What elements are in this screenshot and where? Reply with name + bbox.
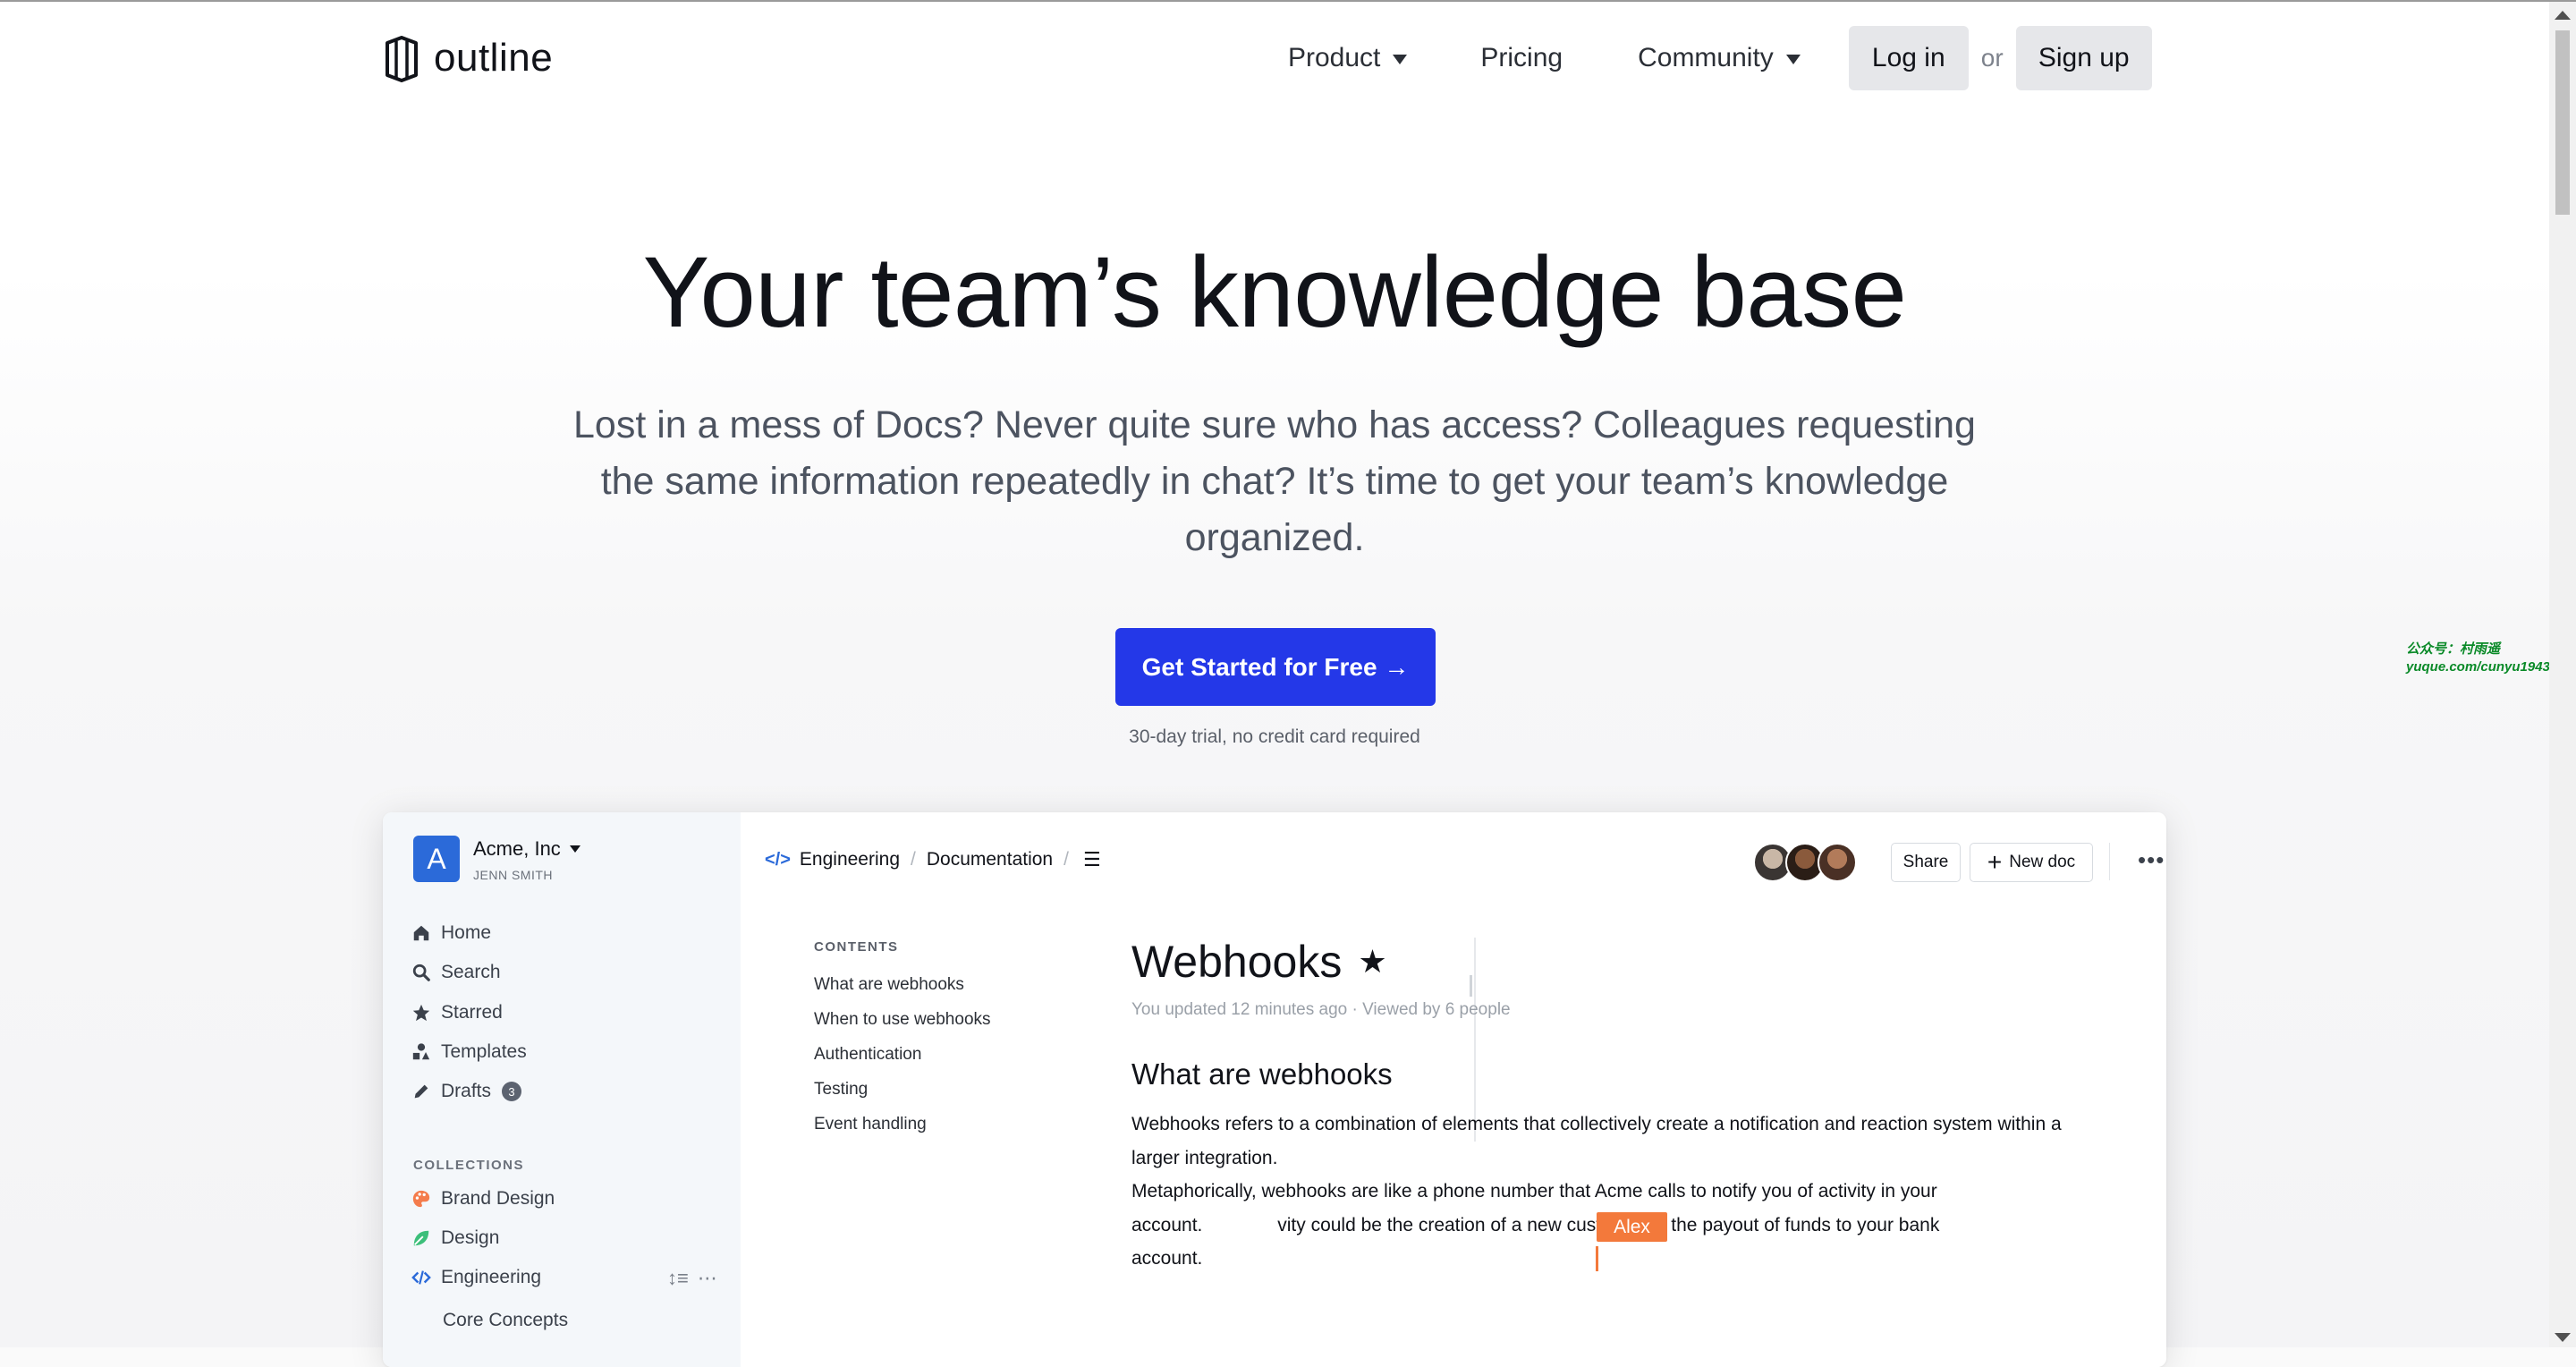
collaborator-cursor-label: Alex — [1597, 1212, 1667, 1242]
app-preview: A Acme, Inc JENN SMITH Home Search Starr… — [383, 812, 2166, 1367]
toc-item[interactable]: Testing — [814, 1080, 868, 1100]
toc-item[interactable]: Event handling — [814, 1115, 927, 1134]
breadcrumb-separator: / — [1063, 849, 1069, 870]
hero-subtitle: Lost in a mess of Docs? Never quite sure… — [573, 403, 1976, 559]
paragraph-text: account. — [1131, 1214, 1203, 1235]
paragraph-text: account. — [1131, 1248, 1203, 1269]
nav-pricing[interactable]: Pricing — [1480, 43, 1563, 73]
palette-icon — [412, 1190, 430, 1208]
logo-text: outline — [434, 36, 554, 80]
sidebar-item-engineering[interactable]: Engineering — [411, 1267, 541, 1288]
trial-note: 30-day trial, no credit card required — [1129, 726, 1420, 747]
app-sidebar: A Acme, Inc JENN SMITH Home Search Starr… — [383, 812, 741, 1367]
scrollbar-thumb[interactable] — [2555, 30, 2570, 215]
toc-toggle-icon[interactable]: ☰ — [1083, 848, 1101, 871]
new-doc-button[interactable]: + New doc — [1970, 843, 2093, 882]
paragraph-line: Metaphorically, webhooks are like a phon… — [1131, 1181, 1937, 1201]
new-doc-label: New doc — [2009, 853, 2076, 871]
sidebar-item-label: Engineering — [441, 1267, 542, 1287]
leaf-icon — [413, 1230, 429, 1246]
sidebar-item-label: Design — [441, 1227, 500, 1248]
star-icon — [412, 1004, 430, 1022]
toc-active-marker — [1470, 975, 1472, 997]
sidebar-item-label: Drafts — [441, 1081, 492, 1101]
drafts-count-badge: 3 — [502, 1082, 522, 1101]
sidebar-item-drafts[interactable]: Drafts 3 — [411, 1081, 522, 1102]
chevron-down-icon — [1393, 54, 1408, 64]
workspace-avatar[interactable]: A — [413, 836, 460, 882]
workspace-name: Acme, Inc — [473, 837, 561, 860]
sidebar-item-design[interactable]: Design — [411, 1227, 499, 1249]
plus-icon: + — [1987, 848, 2003, 876]
shapes-icon — [412, 1043, 430, 1060]
sidebar-item-search[interactable]: Search — [411, 962, 501, 983]
sidebar-item-label: Templates — [441, 1041, 527, 1062]
breadcrumb-collection[interactable]: Engineering — [800, 849, 900, 870]
document-paragraph: Webhooks refers to a combination of elem… — [1131, 1114, 2062, 1168]
top-nav: Product Pricing Community Log in or Sign… — [1288, 26, 2152, 90]
sidebar-item-templates[interactable]: Templates — [411, 1041, 527, 1063]
sidebar-item-label: Home — [441, 922, 492, 943]
collaborator-caret — [1596, 1246, 1598, 1271]
nav-pricing-label: Pricing — [1480, 43, 1563, 72]
search-icon — [412, 964, 430, 981]
collaborator-avatars[interactable] — [1753, 843, 1857, 882]
star-icon[interactable]: ★ — [1358, 943, 1386, 981]
document-title-text: Webhooks — [1131, 937, 1343, 987]
toc-item[interactable]: What are webhooks — [814, 975, 964, 995]
collection-actions: ↕≡ ⋯ — [667, 1267, 717, 1290]
toc-item[interactable]: When to use webhooks — [814, 1010, 991, 1030]
sidebar-item-label: Brand Design — [441, 1188, 555, 1209]
workspace-switcher[interactable]: Acme, Inc — [473, 837, 580, 861]
code-icon — [411, 1270, 431, 1285]
get-started-button[interactable]: Get Started for Free → — [1115, 628, 1436, 706]
nav-product[interactable]: Product — [1288, 43, 1408, 73]
more-icon[interactable]: ••• — [2138, 846, 2165, 874]
sidebar-item-label: Search — [441, 962, 501, 982]
hero-title: Your team’s knowledge base — [642, 236, 1907, 348]
scrollbar[interactable] — [2549, 2, 2576, 1347]
contents-heading: CONTENTS — [814, 939, 899, 955]
toolbar-divider — [2109, 843, 2110, 880]
chevron-down-icon — [569, 845, 580, 853]
sidebar-item-brand-design[interactable]: Brand Design — [411, 1188, 555, 1210]
signup-button[interactable]: Sign up — [2015, 26, 2152, 90]
collections-heading: COLLECTIONS — [413, 1158, 524, 1173]
outline-logo-icon — [386, 36, 418, 82]
document-area: </> Engineering / Documentation / ☰ Shar… — [741, 812, 2166, 1367]
outline-logo[interactable]: outline — [382, 34, 553, 82]
more-icon[interactable]: ⋯ — [698, 1267, 717, 1290]
toc-item[interactable]: Authentication — [814, 1045, 921, 1065]
avatar — [1818, 843, 1857, 882]
workspace-user: JENN SMITH — [473, 868, 553, 882]
or-text: or — [1980, 44, 2004, 72]
sidebar-item-starred[interactable]: Starred — [411, 1002, 503, 1023]
document-title: Webhooks ★ — [1131, 936, 1387, 988]
nav-community[interactable]: Community — [1638, 43, 1801, 73]
scroll-up-arrow-icon[interactable] — [2555, 11, 2571, 20]
scroll-down-arrow-icon[interactable] — [2555, 1333, 2571, 1342]
document-meta: You updated 12 minutes ago · Viewed by 6… — [1131, 1000, 1511, 1019]
pencil-icon — [414, 1084, 428, 1099]
sidebar-item-home[interactable]: Home — [411, 922, 491, 944]
home-icon — [413, 925, 429, 941]
sort-icon[interactable]: ↕≡ — [667, 1267, 689, 1290]
sidebar-item-label: Starred — [441, 1002, 503, 1023]
nav-product-label: Product — [1288, 43, 1381, 72]
document-heading: What are webhooks — [1131, 1057, 1393, 1091]
code-icon: </> — [765, 849, 791, 870]
chevron-down-icon — [1785, 54, 1801, 64]
breadcrumb-document[interactable]: Documentation — [927, 849, 1053, 870]
login-button[interactable]: Log in — [1848, 26, 1969, 90]
breadcrumb: </> Engineering / Documentation / ☰ — [765, 848, 1101, 871]
share-button[interactable]: Share — [1891, 843, 1961, 882]
sidebar-subitem-core-concepts[interactable]: Core Concepts — [443, 1310, 568, 1331]
nav-community-label: Community — [1638, 43, 1774, 72]
breadcrumb-separator: / — [911, 849, 916, 870]
